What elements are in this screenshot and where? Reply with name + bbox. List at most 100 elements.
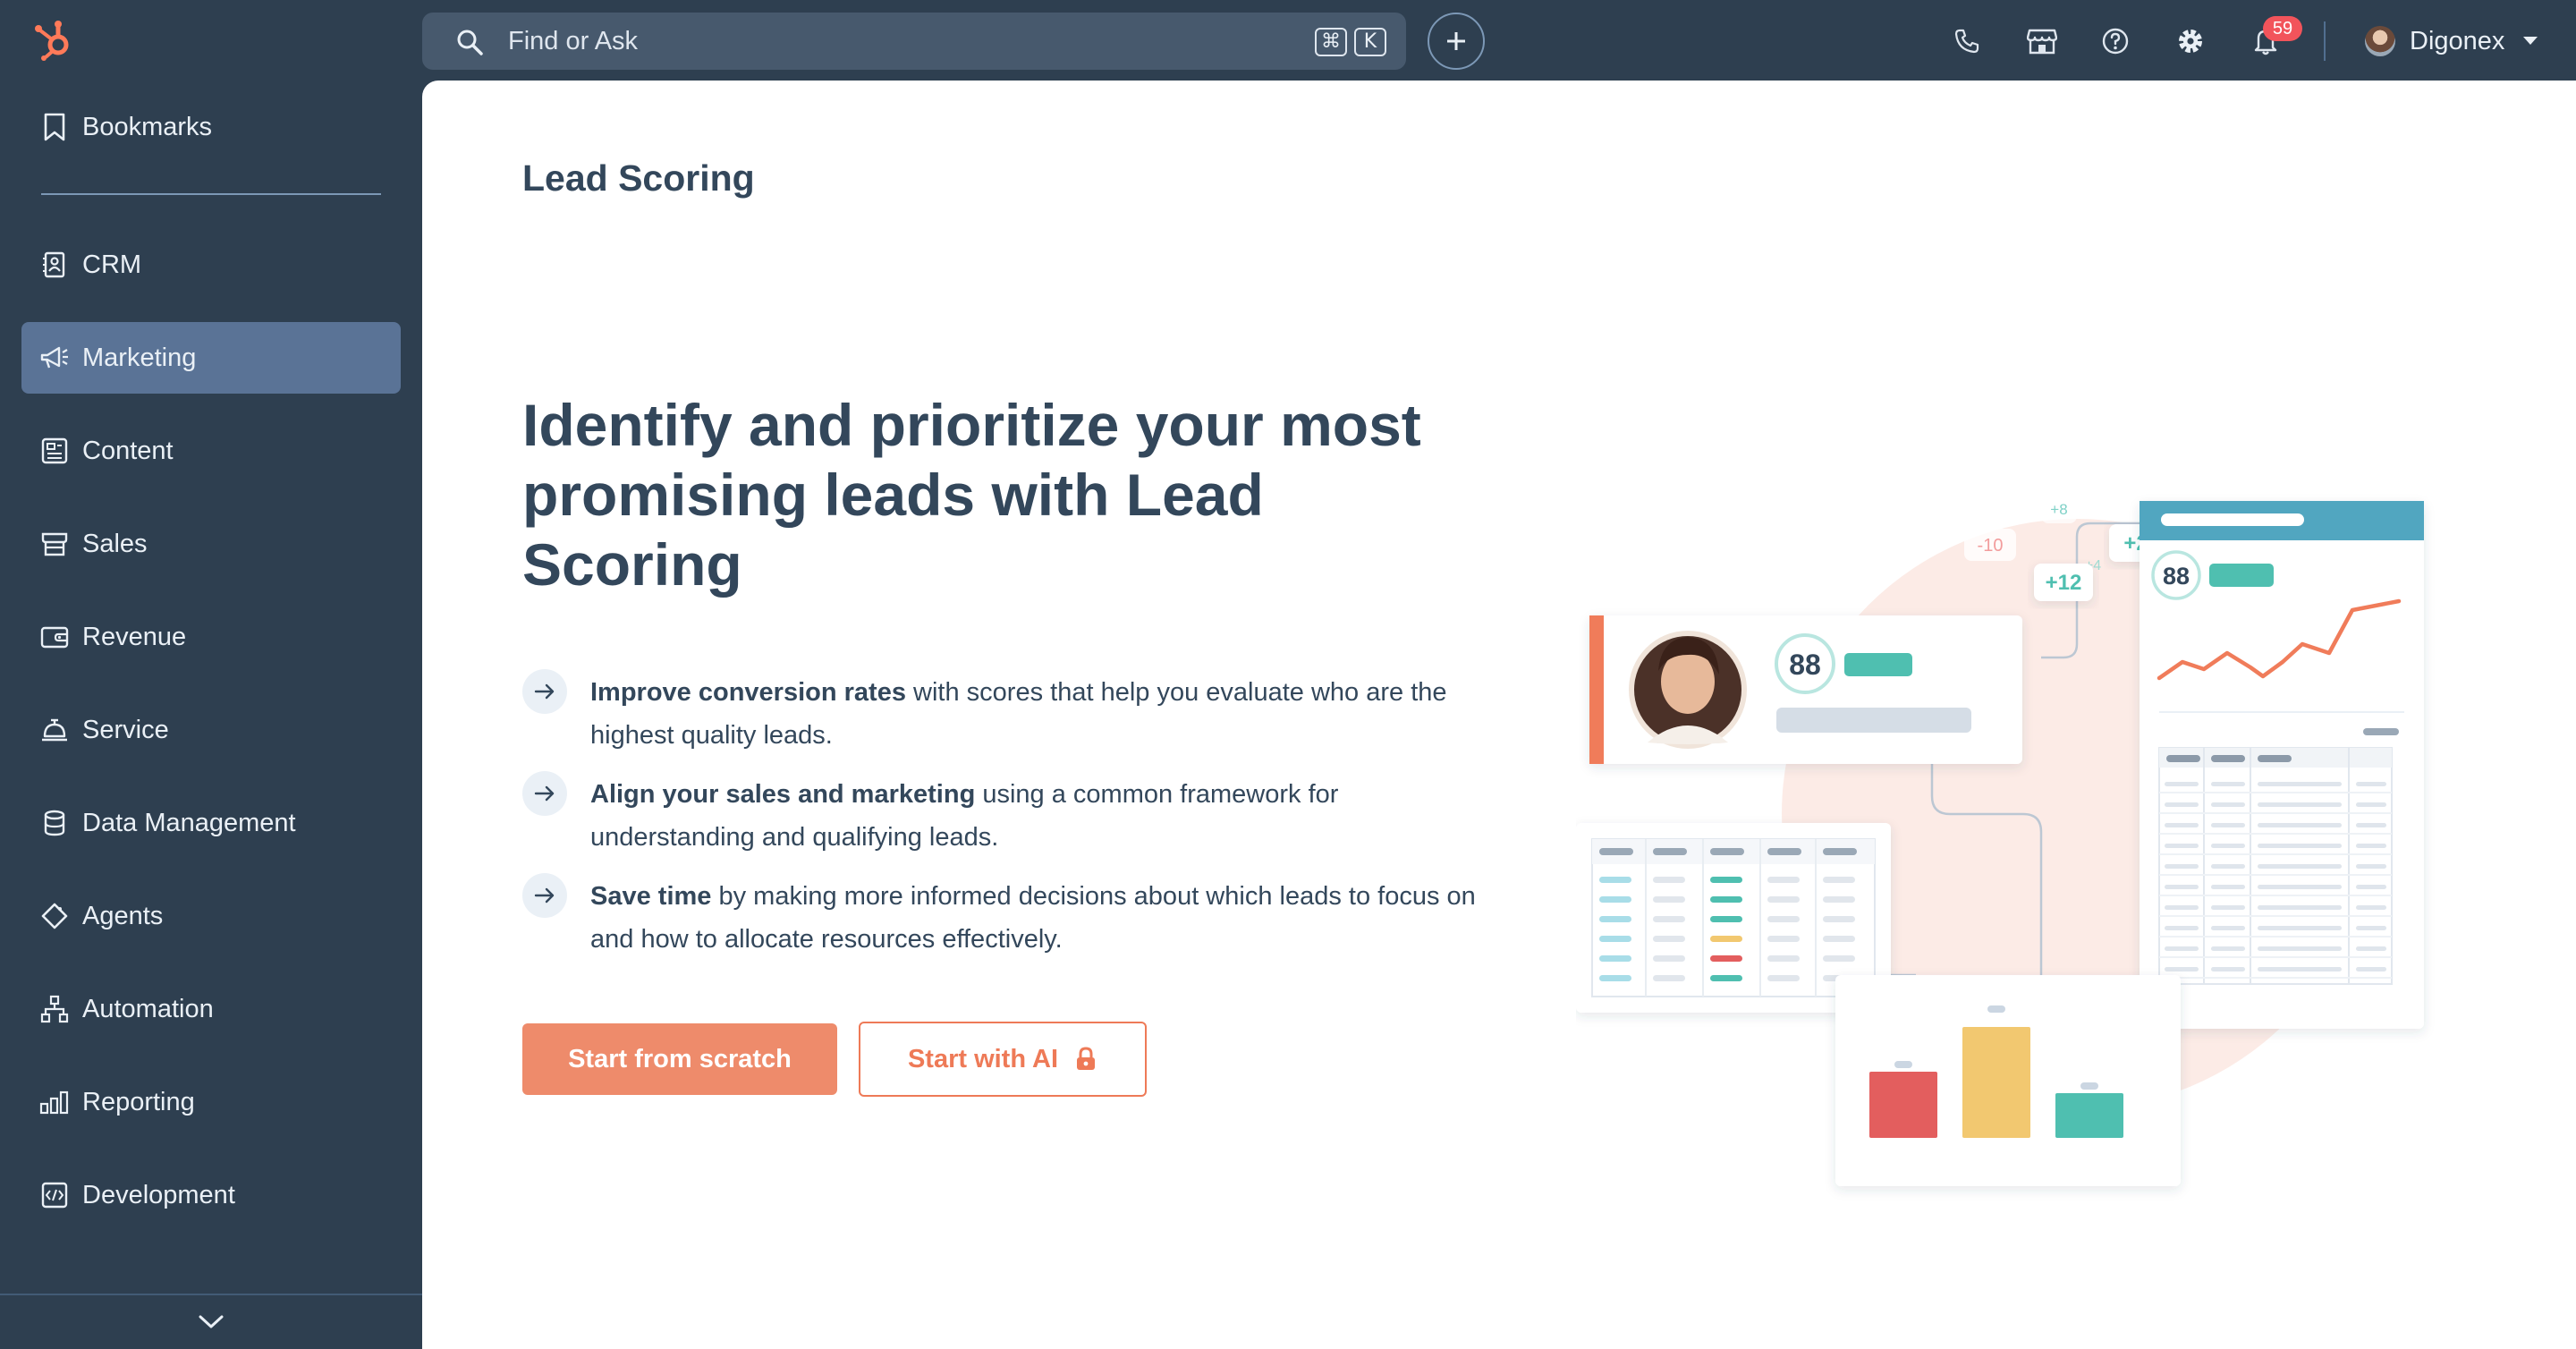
marketplace-icon[interactable] bbox=[2025, 24, 2059, 58]
skeleton-line bbox=[1653, 916, 1685, 922]
calling-icon[interactable] bbox=[1950, 24, 1984, 58]
skeleton-line bbox=[2258, 864, 2342, 869]
sidebar-item-label: Development bbox=[82, 1180, 235, 1209]
skeleton-line bbox=[2211, 844, 2245, 848]
skeleton-line bbox=[2165, 905, 2199, 910]
sidebar-item-sales[interactable]: Sales bbox=[21, 508, 401, 580]
skeleton-line bbox=[2211, 946, 2245, 951]
lock-icon bbox=[1074, 1047, 1097, 1072]
sidebar-item-label: Data Management bbox=[82, 808, 296, 837]
sidebar-divider bbox=[41, 193, 381, 195]
chevron-down-icon bbox=[199, 1315, 224, 1328]
sidebar-item-label: Automation bbox=[82, 994, 214, 1023]
skeleton-line bbox=[2165, 782, 2199, 786]
benefit-bold: Align your sales and marketing bbox=[590, 780, 976, 809]
point-badge: +12 bbox=[2046, 571, 2082, 595]
skeleton-line bbox=[1710, 975, 1742, 981]
skeleton-line bbox=[2356, 864, 2386, 869]
skeleton-line bbox=[1710, 896, 1742, 903]
skeleton-line bbox=[2258, 967, 2342, 971]
skeleton-line bbox=[2258, 823, 2342, 827]
hubspot-logo-icon[interactable] bbox=[30, 16, 77, 63]
skeleton-line bbox=[1823, 955, 1855, 962]
sidebar-item-automation[interactable]: Automation bbox=[21, 973, 401, 1045]
skeleton-line bbox=[1767, 916, 1800, 922]
sidebar-item-reporting[interactable]: Reporting bbox=[21, 1066, 401, 1138]
bookmark-icon bbox=[39, 111, 70, 143]
sidebar-item-label: Reporting bbox=[82, 1087, 195, 1116]
skeleton-line bbox=[1767, 936, 1800, 942]
skeleton-line bbox=[1710, 916, 1742, 922]
chevron-down-icon bbox=[2523, 37, 2538, 45]
sidebar-item-service[interactable]: Service bbox=[21, 694, 401, 766]
sidebar-item-agents[interactable]: Agents bbox=[21, 880, 401, 952]
service-bell-icon bbox=[39, 714, 70, 746]
skeleton-line bbox=[1599, 848, 1633, 855]
skeleton-line bbox=[2165, 802, 2199, 807]
skeleton-line bbox=[1767, 877, 1800, 883]
reporting-icon bbox=[39, 1086, 70, 1118]
sidebar-item-development[interactable]: Development bbox=[21, 1159, 401, 1231]
start-with-ai-button[interactable]: Start with AI bbox=[859, 1022, 1147, 1097]
skeleton-line bbox=[2356, 844, 2386, 848]
sidebar-item-marketing[interactable]: Marketing bbox=[21, 322, 401, 394]
skeleton-line bbox=[1710, 955, 1742, 962]
skeleton-line bbox=[1653, 936, 1685, 942]
score-value: 88 bbox=[1789, 649, 1821, 681]
sidebar-navigation: Bookmarks CRM Marketing Content Sales Re… bbox=[0, 81, 422, 1349]
sidebar-item-content[interactable]: Content bbox=[21, 415, 401, 487]
arrow-right-icon bbox=[522, 873, 567, 918]
code-icon bbox=[39, 1179, 70, 1211]
shortcut-cmd-key: ⌘ bbox=[1315, 28, 1347, 56]
start-with-ai-label: Start with AI bbox=[907, 1044, 1059, 1073]
illustration-graphic: +8 -10 +2 +4 +12 88 88 bbox=[1576, 495, 2424, 1186]
skeleton-line bbox=[2165, 844, 2199, 848]
megaphone-icon bbox=[39, 342, 70, 374]
skeleton-line bbox=[1599, 896, 1631, 903]
skeleton-line bbox=[2356, 782, 2386, 786]
skeleton-line bbox=[2258, 802, 2342, 807]
skeleton-line bbox=[2356, 905, 2386, 910]
global-search[interactable]: ⌘ K bbox=[422, 13, 1406, 70]
account-menu[interactable]: Digonex bbox=[2365, 21, 2538, 61]
skeleton-line bbox=[1823, 848, 1857, 855]
create-new-button[interactable] bbox=[1428, 13, 1485, 70]
search-input[interactable] bbox=[508, 20, 1241, 63]
skeleton-line bbox=[2356, 802, 2386, 807]
skeleton-line bbox=[1599, 877, 1631, 883]
sidebar-item-label: Bookmarks bbox=[82, 112, 213, 141]
score-value: 88 bbox=[2163, 563, 2190, 590]
skeleton-line bbox=[2258, 782, 2342, 786]
account-name: Digonex bbox=[2410, 26, 2505, 55]
search-icon bbox=[454, 27, 485, 57]
sidebar-item-data-management[interactable]: Data Management bbox=[21, 787, 401, 859]
agents-icon bbox=[39, 900, 70, 932]
skeleton-line bbox=[1767, 955, 1800, 962]
sidebar-item-label: Sales bbox=[82, 529, 148, 558]
notification-count-badge: 59 bbox=[2263, 16, 2302, 41]
benefit-text: Align your sales and marketing using a c… bbox=[590, 773, 1485, 859]
sidebar-item-bookmarks[interactable]: Bookmarks bbox=[21, 91, 401, 163]
skeleton-line bbox=[1823, 896, 1855, 903]
benefit-text: Save time by making more informed decisi… bbox=[590, 875, 1485, 961]
help-icon[interactable] bbox=[2098, 24, 2132, 58]
arrow-right-icon bbox=[522, 771, 567, 816]
benefit-text: Improve conversion rates with scores tha… bbox=[590, 671, 1485, 757]
main-content: Lead Scoring Identify and prioritize you… bbox=[422, 81, 2576, 1349]
skeleton-line bbox=[1710, 877, 1742, 883]
contacts-icon bbox=[39, 249, 70, 281]
skeleton-line bbox=[1767, 975, 1800, 981]
page-title: Lead Scoring bbox=[522, 157, 755, 199]
sidebar-item-label: CRM bbox=[82, 250, 142, 279]
start-from-scratch-button[interactable]: Start from scratch bbox=[522, 1023, 837, 1095]
sidebar-item-crm[interactable]: CRM bbox=[21, 229, 401, 301]
skeleton-line bbox=[1653, 848, 1687, 855]
skeleton-line bbox=[1767, 848, 1801, 855]
sidebar-item-revenue[interactable]: Revenue bbox=[21, 601, 401, 673]
skeleton-line bbox=[2258, 905, 2342, 910]
skeleton-line bbox=[2165, 967, 2199, 971]
benefit-bold: Save time bbox=[590, 882, 712, 911]
sidebar-expand-toggle[interactable] bbox=[0, 1294, 422, 1349]
settings-gear-icon[interactable] bbox=[2174, 24, 2207, 58]
skeleton-line bbox=[1653, 877, 1685, 883]
